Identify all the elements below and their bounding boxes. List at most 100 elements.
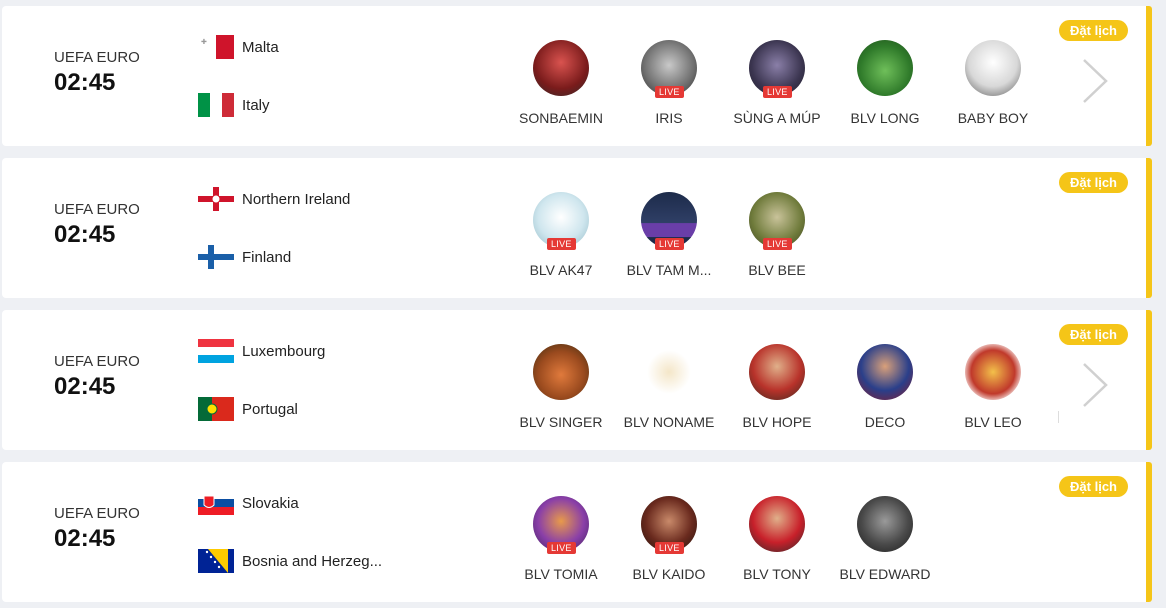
away-team-name: Portugal: [242, 400, 298, 418]
commentator-name: BLV AK47: [529, 262, 593, 278]
chevron-right-icon[interactable]: [1080, 56, 1110, 106]
commentator-item[interactable]: BLV LEO: [939, 344, 1047, 430]
commentator-avatar: LIVE: [641, 192, 697, 250]
commentator-item[interactable]: BLV SINGER: [507, 344, 615, 430]
northern-ireland-flag-icon: [198, 187, 234, 211]
commentator-avatar: [749, 344, 805, 400]
commentator-name: BLV SINGER: [519, 414, 603, 430]
commentator-avatar: LIVE: [533, 192, 589, 250]
commentator-item[interactable]: BLV LONG: [831, 40, 939, 126]
commentator-avatar: [533, 344, 589, 400]
commentator-list: BLV SINGER BLV NONAME BLV HOPE DECO BLV …: [507, 344, 1047, 430]
schedule-button[interactable]: Đặt lịch: [1059, 476, 1128, 497]
schedule-button[interactable]: Đặt lịch: [1059, 20, 1128, 41]
commentator-item[interactable]: LIVE BLV TAM M...: [615, 192, 723, 278]
home-team-name: Slovakia: [242, 494, 299, 512]
match-card-luxembourg-portugal[interactable]: UEFA EURO 02:45 Luxembourg Portugal BLV …: [2, 310, 1152, 450]
match-time: 02:45: [54, 525, 116, 552]
match-card-slovakia-bosnia[interactable]: UEFA EURO 02:45 Slovakia Bosnia and Herz…: [2, 462, 1152, 602]
card-accent-bar: [1146, 462, 1152, 602]
commentator-name: BLV TOMIA: [524, 566, 598, 582]
commentator-avatar: LIVE: [641, 496, 697, 554]
league-name: UEFA EURO: [54, 353, 140, 370]
luxembourg-flag-icon: [198, 339, 234, 363]
league-name: UEFA EURO: [54, 505, 140, 522]
live-badge: LIVE: [655, 542, 684, 554]
commentator-item[interactable]: LIVE BLV TOMIA: [507, 496, 615, 582]
commentator-avatar: [965, 40, 1021, 96]
commentator-avatar: [857, 40, 913, 96]
italy-flag-icon: [198, 93, 234, 117]
commentator-name: BLV LEO: [964, 414, 1022, 430]
live-badge: LIVE: [547, 542, 576, 554]
away-team: Bosnia and Herzeg...: [198, 548, 382, 574]
commentator-name: BLV NONAME: [623, 414, 715, 430]
match-card-malta-italy[interactable]: UEFA EURO 02:45 ✚ Malta Italy SONBAEMIN …: [2, 6, 1152, 146]
commentator-list: LIVE BLV AK47 LIVE BLV TAM M... LIVE BLV…: [507, 192, 831, 278]
commentator-avatar: [749, 496, 805, 552]
portugal-flag-icon: [198, 397, 234, 421]
live-badge: LIVE: [655, 238, 684, 250]
commentator-avatar: [857, 496, 913, 552]
commentator-avatar: [857, 344, 913, 400]
commentator-avatar: [965, 344, 1021, 400]
slovakia-flag-icon: [198, 491, 234, 515]
schedule-button[interactable]: Đặt lịch: [1059, 324, 1128, 345]
away-team: Finland: [198, 244, 291, 270]
home-team: ✚ Malta: [198, 34, 279, 60]
commentator-avatar: LIVE: [749, 192, 805, 250]
commentator-name: SÙNG A MÚP: [733, 110, 821, 126]
home-team-name: Luxembourg: [242, 342, 326, 360]
commentator-name: DECO: [864, 414, 906, 430]
schedule-button[interactable]: Đặt lịch: [1059, 172, 1128, 193]
league-name: UEFA EURO: [54, 201, 140, 218]
commentator-name: BLV HOPE: [742, 414, 812, 430]
away-team: Italy: [198, 92, 270, 118]
home-team: Northern Ireland: [198, 186, 350, 212]
commentator-item[interactable]: BABY BOY: [939, 40, 1047, 126]
commentator-item[interactable]: LIVE SÙNG A MÚP: [723, 40, 831, 126]
card-accent-bar: [1146, 310, 1152, 450]
commentator-item[interactable]: BLV HOPE: [723, 344, 831, 430]
league-name: UEFA EURO: [54, 49, 140, 66]
home-team: Slovakia: [198, 490, 299, 516]
commentator-item[interactable]: LIVE BLV KAIDO: [615, 496, 723, 582]
commentator-avatar: LIVE: [533, 496, 589, 554]
live-badge: LIVE: [763, 86, 792, 98]
commentator-name: BABY BOY: [957, 110, 1029, 126]
commentator-item[interactable]: LIVE BLV AK47: [507, 192, 615, 278]
match-card-northern-ireland-finland[interactable]: UEFA EURO 02:45 Northern Ireland Finland…: [2, 158, 1152, 298]
commentator-item[interactable]: SONBAEMIN: [507, 40, 615, 126]
commentator-item[interactable]: BLV NONAME: [615, 344, 723, 430]
commentator-avatar: LIVE: [749, 40, 805, 98]
commentator-name: BLV BEE: [748, 262, 806, 278]
malta-flag-icon: ✚: [198, 35, 234, 59]
finland-flag-icon: [198, 245, 234, 269]
commentator-name: BLV EDWARD: [839, 566, 931, 582]
card-accent-bar: [1146, 158, 1152, 298]
match-time: 02:45: [54, 373, 116, 400]
commentator-list: SONBAEMIN LIVE IRIS LIVE SÙNG A MÚP BLV …: [507, 40, 1047, 126]
commentator-item[interactable]: LIVE IRIS: [615, 40, 723, 126]
commentator-avatar: [533, 40, 589, 96]
away-team: Portugal: [198, 396, 298, 422]
svg-text:✚: ✚: [201, 38, 207, 46]
chevron-right-icon[interactable]: [1080, 360, 1110, 410]
commentator-name: IRIS: [655, 110, 683, 126]
commentator-avatar: [641, 344, 697, 400]
live-badge: LIVE: [655, 86, 684, 98]
commentator-name: BLV KAIDO: [632, 566, 706, 582]
commentator-item[interactable]: LIVE BLV BEE: [723, 192, 831, 278]
commentator-name: BLV TONY: [743, 566, 811, 582]
commentator-avatar: LIVE: [641, 40, 697, 98]
away-team-name: Italy: [242, 96, 270, 114]
commentator-list: LIVE BLV TOMIA LIVE BLV KAIDO BLV TONY B…: [507, 496, 939, 582]
away-team-name: Finland: [242, 248, 292, 266]
home-team: Luxembourg: [198, 338, 325, 364]
live-badge: LIVE: [547, 238, 576, 250]
commentator-item[interactable]: BLV EDWARD: [831, 496, 939, 582]
commentator-item[interactable]: BLV TONY: [723, 496, 831, 582]
commentator-item[interactable]: DECO: [831, 344, 939, 430]
bosnia-flag-icon: [198, 549, 234, 573]
live-badge: LIVE: [763, 238, 792, 250]
